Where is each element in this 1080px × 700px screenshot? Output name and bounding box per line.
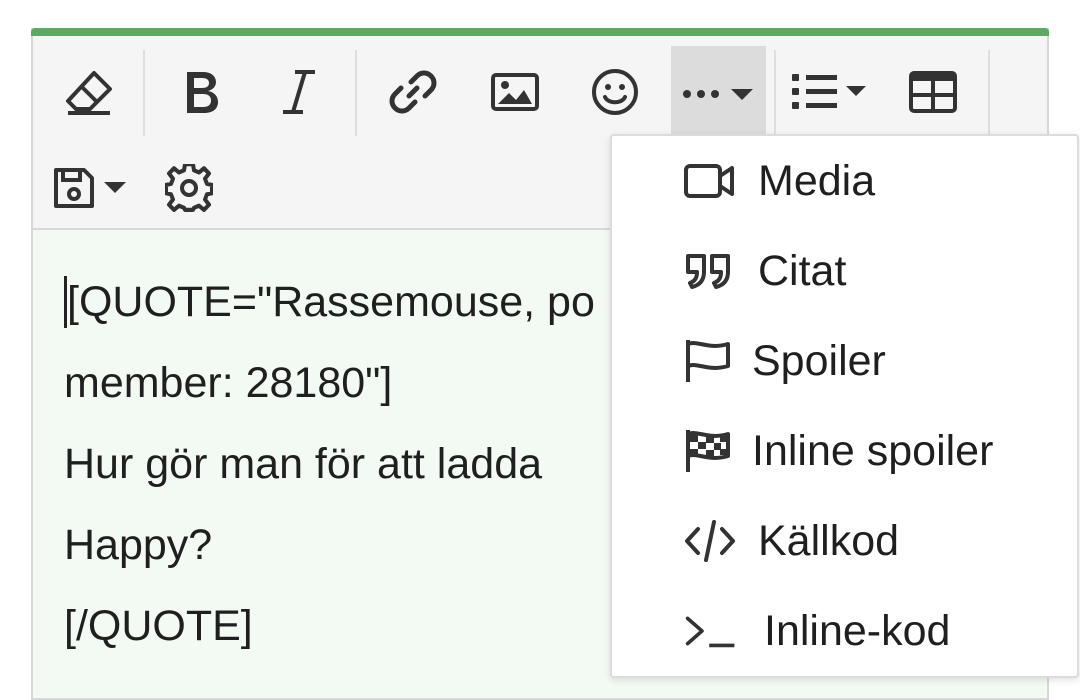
menu-item-label: Spoiler bbox=[752, 336, 886, 385]
insert-image-button[interactable] bbox=[477, 52, 553, 132]
checkered-flag-icon bbox=[684, 428, 738, 474]
smilies-button[interactable] bbox=[577, 52, 653, 132]
more-options-dropdown: Media Citat Spoiler Inline spoiler Källk… bbox=[610, 134, 1079, 678]
save-dropdown-icon bbox=[52, 166, 130, 210]
toolbar-separator bbox=[774, 50, 776, 136]
image-icon bbox=[491, 73, 539, 111]
video-camera-icon bbox=[684, 158, 738, 204]
drafts-button[interactable] bbox=[49, 148, 133, 228]
more-options-button[interactable] bbox=[671, 46, 766, 142]
menu-item-citat[interactable]: Citat bbox=[612, 226, 1077, 316]
table-icon bbox=[909, 71, 957, 113]
smiley-icon bbox=[591, 68, 639, 116]
terminal-icon bbox=[684, 608, 738, 654]
menu-item-label: Inline-kod bbox=[764, 606, 951, 655]
insert-link-button[interactable] bbox=[375, 52, 451, 132]
toolbar-separator bbox=[988, 50, 990, 136]
italic-button[interactable] bbox=[261, 52, 337, 132]
toolbar-separator bbox=[355, 50, 357, 136]
menu-item-label: Inline spoiler bbox=[752, 426, 994, 475]
quote-icon bbox=[684, 248, 738, 294]
toolbar-separator bbox=[143, 50, 145, 136]
ellipsis-dropdown-icon bbox=[681, 84, 757, 104]
clear-formatting-button[interactable] bbox=[53, 52, 125, 132]
list-button[interactable] bbox=[785, 52, 875, 132]
link-icon bbox=[389, 68, 437, 116]
menu-item-inline-spoiler[interactable]: Inline spoiler bbox=[612, 406, 1077, 496]
bold-icon bbox=[181, 69, 221, 115]
list-dropdown-icon bbox=[790, 72, 870, 112]
insert-table-button[interactable] bbox=[895, 52, 971, 132]
italic-icon bbox=[281, 69, 317, 115]
menu-item-label: Media bbox=[758, 156, 876, 205]
settings-button[interactable] bbox=[153, 148, 225, 228]
menu-item-label: Källkod bbox=[758, 516, 900, 565]
menu-item-label: Citat bbox=[758, 246, 847, 295]
flag-icon bbox=[684, 338, 738, 384]
menu-item-spoiler[interactable]: Spoiler bbox=[612, 316, 1077, 406]
bold-button[interactable] bbox=[163, 52, 239, 132]
editor-accent-bar bbox=[31, 28, 1049, 36]
code-icon bbox=[684, 518, 738, 564]
menu-item-media[interactable]: Media bbox=[612, 136, 1077, 226]
menu-item-inline-kod[interactable]: Inline-kod bbox=[612, 586, 1077, 676]
menu-item-kallkod[interactable]: Källkod bbox=[612, 496, 1077, 586]
gear-icon bbox=[165, 164, 213, 212]
text-cursor bbox=[64, 275, 67, 328]
eraser-icon bbox=[64, 69, 114, 115]
